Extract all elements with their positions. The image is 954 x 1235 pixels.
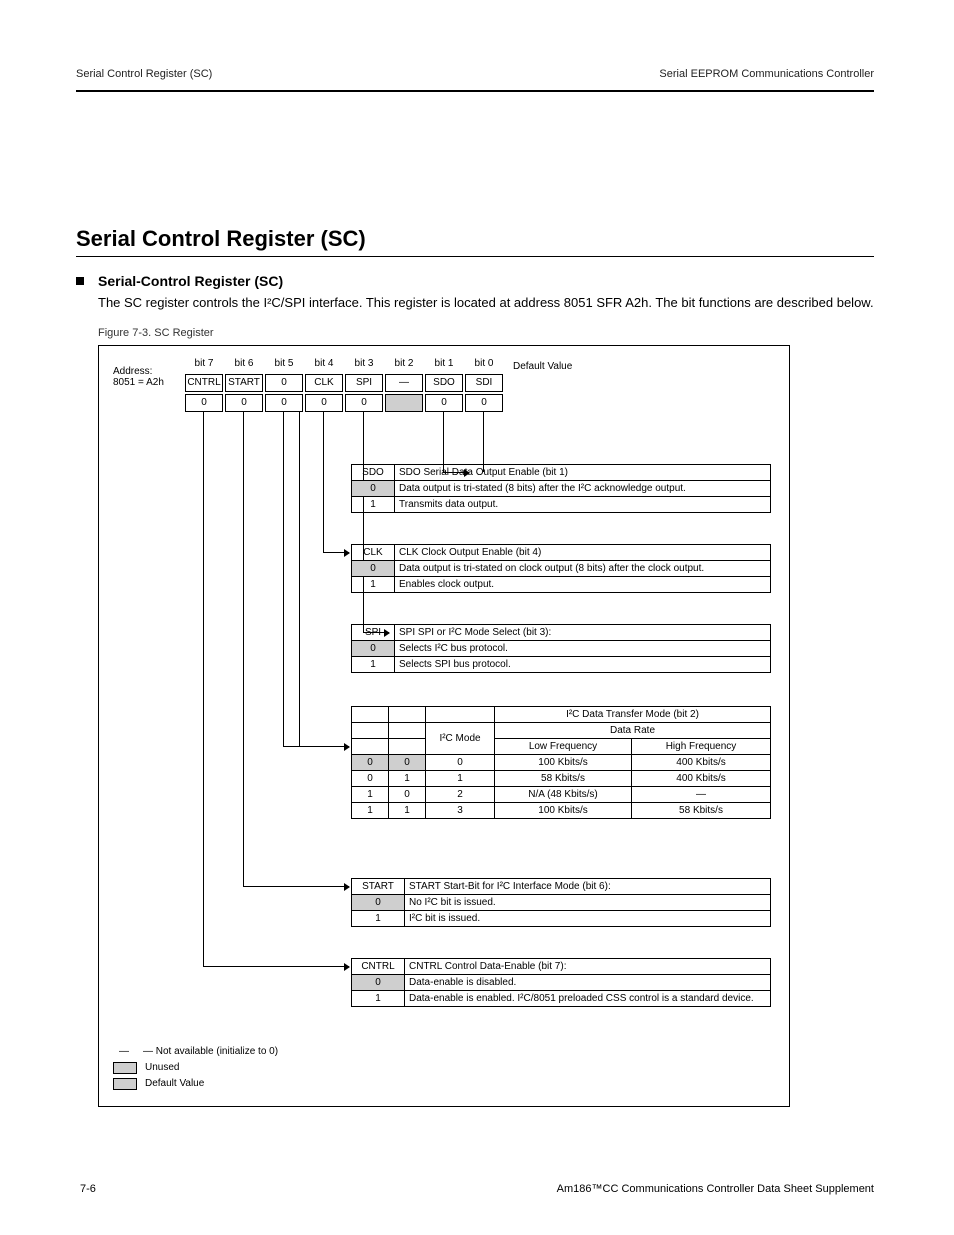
- bit-name-5: 0: [265, 374, 303, 392]
- address-label: Address: 8051 = A2h: [113, 366, 183, 388]
- bit-name-6: START: [225, 374, 263, 392]
- legend-unused-text: Unused: [145, 1062, 179, 1073]
- default-value-label: Default Value: [513, 361, 572, 372]
- section-title: Serial Control Register (SC): [76, 226, 874, 252]
- bit-name-3: SPI: [345, 374, 383, 392]
- page-footer: 7-6 Am186™CC Communications Controller D…: [80, 1183, 874, 1195]
- register-diagram: Address: 8051 = A2h bit 7 bit 6 bit 5 bi…: [98, 345, 790, 1107]
- legend-dash-text: — Not available (initialize to 0): [143, 1046, 278, 1057]
- bit-def-7: 0: [185, 394, 223, 412]
- bit-def-4: 0: [305, 394, 343, 412]
- bit-head-7: bit 7: [185, 358, 223, 369]
- bit-head-5: bit 5: [265, 358, 303, 369]
- bit-def-6: 0: [225, 394, 263, 412]
- table-clk: CLKCLK Clock Output Enable (bit 4) 0Data…: [351, 544, 771, 593]
- legend-default-text: Default Value: [145, 1078, 204, 1089]
- bit-name-1: SDO: [425, 374, 463, 392]
- bit-name-2: —: [385, 374, 423, 392]
- bit-def-3: 0: [345, 394, 383, 412]
- table-start: STARTSTART Start-Bit for I²C Interface M…: [351, 878, 771, 927]
- figure-caption: Figure 7-3. SC Register: [98, 327, 874, 339]
- bit-head-6: bit 6: [225, 358, 263, 369]
- bullet-title: Serial-Control Register (SC): [98, 273, 283, 289]
- running-head-right: Serial EEPROM Communications Controller: [659, 68, 874, 80]
- bit-head-4: bit 4: [305, 358, 343, 369]
- running-head-left: Serial Control Register (SC): [76, 68, 212, 80]
- bit-def-5: 0: [265, 394, 303, 412]
- bit-head-0: bit 0: [465, 358, 503, 369]
- table-cntrl: CNTRLCNTRL Control Data-Enable (bit 7): …: [351, 958, 771, 1007]
- body-paragraph: The SC register controls the I²C/SPI int…: [98, 293, 874, 313]
- header-rule: [76, 90, 874, 92]
- footer-mid: Am186™CC Communications Controller Data …: [557, 1183, 874, 1195]
- bit-head-1: bit 1: [425, 358, 463, 369]
- footer-left: 7-6: [80, 1183, 96, 1195]
- title-rule: [76, 256, 874, 257]
- bit-name-7: CNTRL: [185, 374, 223, 392]
- bit-head-2: bit 2: [385, 358, 423, 369]
- bit-def-1: 0: [425, 394, 463, 412]
- bit-name-0: SDI: [465, 374, 503, 392]
- table-sdo: SDOSDO Serial Data Output Enable (bit 1)…: [351, 464, 771, 513]
- legend: — — Not available (initialize to 0) Unus…: [113, 1044, 278, 1092]
- bit-def-2: [385, 394, 423, 412]
- bit-def-0: 0: [465, 394, 503, 412]
- bit-head-3: bit 3: [345, 358, 383, 369]
- table-spi: SPISPI SPI or I²C Mode Select (bit 3): 0…: [351, 624, 771, 673]
- legend-default-icon: [113, 1078, 137, 1090]
- table-i2c-rate: I²C Data Transfer Mode (bit 2) I²C Mode …: [351, 706, 771, 819]
- legend-swatch-icon: [113, 1062, 137, 1074]
- bit-name-4: CLK: [305, 374, 343, 392]
- bullet-icon: [76, 277, 84, 285]
